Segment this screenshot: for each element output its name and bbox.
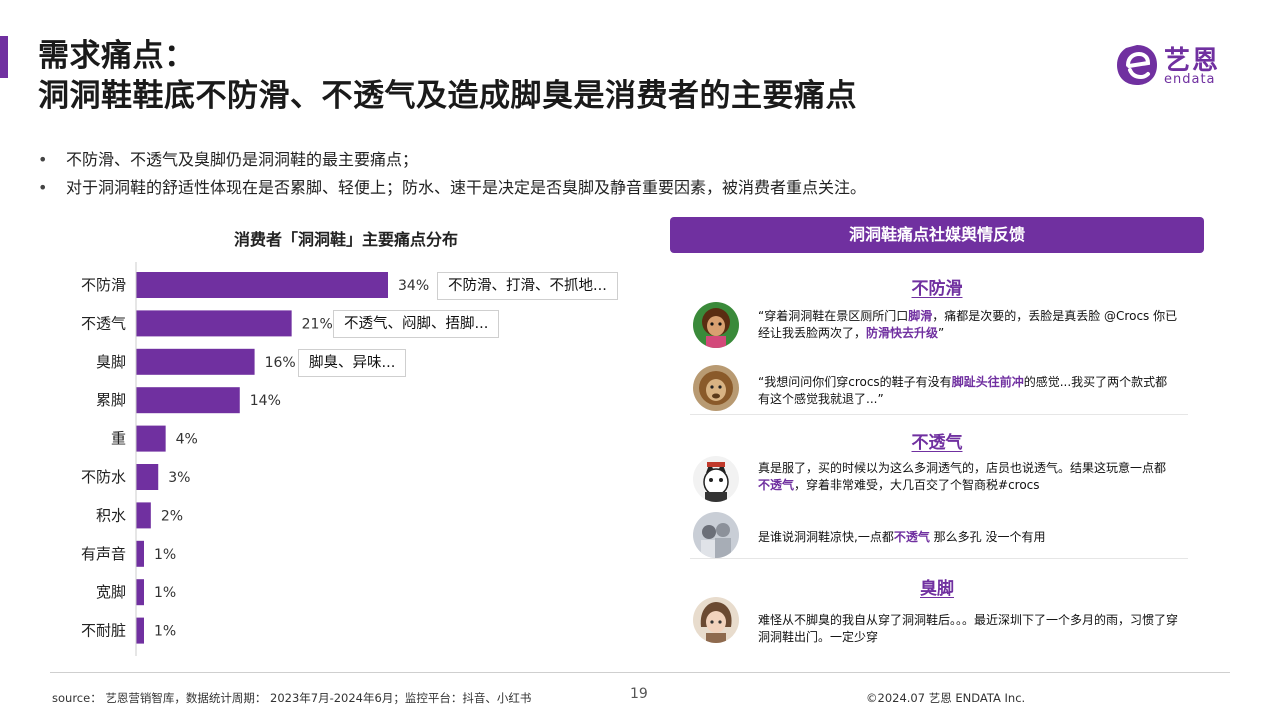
logo-text-en: endata — [1164, 72, 1216, 87]
category-label: 不透气 — [81, 314, 126, 332]
bar-4 — [136, 387, 240, 414]
avatar-photo-people-icon — [693, 512, 739, 558]
bullet-item: 对于洞洞鞋的舒适性体现在是否累脚、轻便上；防水、速干是决定是否臭脚及静音重要因素… — [36, 174, 866, 202]
value-label: 1% — [154, 624, 176, 640]
bar-9 — [136, 579, 144, 606]
bar-1 — [136, 272, 388, 298]
value-label: 14% — [250, 393, 281, 409]
feedback-section-title: 臭脚 — [920, 579, 954, 599]
value-label: 2% — [161, 508, 183, 524]
avatar-anime-girl-icon — [693, 597, 739, 643]
chart-annotation: 不防滑、打滑、不抓地... — [437, 272, 618, 300]
category-label: 重 — [111, 430, 126, 448]
value-label: 1% — [154, 585, 176, 601]
page-title-line2: 洞洞鞋鞋底不防滑、不透气及造成脚臭是消费者的主要痛点 — [38, 78, 857, 114]
copyright: ©2024.07 艺恩 ENDATA Inc. — [866, 691, 1026, 705]
source-note: source： 艺恩营销智库，数据统计周期： 2023年7月-2024年6月；监… — [52, 691, 532, 705]
page-title: 需求痛点： 洞洞鞋鞋底不防滑、不透气及造成脚臭是消费者的主要痛点 — [38, 36, 857, 116]
footer-divider — [50, 672, 1230, 673]
feedback-section-title: 不防滑 — [911, 279, 963, 299]
value-label: 34% — [398, 278, 429, 294]
endata-logo-icon — [1117, 45, 1157, 85]
avatar-cartoon-girl-icon — [693, 302, 739, 348]
feedback-quote: 是谁说洞洞鞋凉快,一点都不透气 那么多孔 没一个有用 — [758, 530, 1046, 544]
category-label: 宽脚 — [96, 583, 126, 601]
page-title-line1: 需求痛点： — [38, 38, 196, 74]
feedback-quote: 真是服了，买的时候以为这么多洞透气的，店员也说透气。结果这玩意一点都不透气，穿着… — [758, 461, 1167, 492]
feedback-section-title: 不透气 — [911, 433, 963, 453]
section-divider — [690, 414, 1188, 415]
category-label: 累脚 — [96, 391, 126, 409]
endata-logo: 艺恩 endata — [1114, 40, 1244, 92]
feedback-quote: “穿着洞洞鞋在景区厕所门口脚滑，痛都是次要的，丢脸是真丢脸 @Crocs 你已经… — [758, 309, 1178, 340]
feedback-quote: 难怪从不脚臭的我自从穿了洞洞鞋后。。。最近深圳下了一个多月的雨，习惯了穿洞洞鞋出… — [758, 613, 1179, 644]
value-label: 1% — [154, 547, 176, 563]
bar-6 — [136, 464, 159, 490]
value-label: 21% — [302, 316, 333, 332]
chart-title: 消费者「洞洞鞋」主要痛点分布 — [233, 230, 458, 249]
bullet-item: 不防滑、不透气及臭脚仍是洞洞鞋的最主要痛点； — [36, 146, 866, 174]
bar-10 — [136, 617, 144, 644]
value-label: 4% — [176, 432, 198, 448]
social-feedback-header: 洞洞鞋痛点社媒舆情反馈 — [670, 217, 1204, 253]
page-number: 19 — [630, 686, 648, 702]
value-label: 16% — [265, 355, 296, 371]
bar-3 — [136, 348, 255, 375]
title-accent-bar — [0, 36, 8, 78]
chart-annotation: 脚臭、异味... — [298, 348, 407, 377]
avatar-cat-icon — [693, 456, 739, 502]
summary-bullets: 不防滑、不透气及臭脚仍是洞洞鞋的最主要痛点； 对于洞洞鞋的舒适性体现在是否累脚、… — [36, 146, 866, 202]
category-label: 臭脚 — [96, 353, 126, 371]
category-label: 积水 — [96, 506, 126, 524]
category-label: 不防水 — [81, 468, 126, 486]
bar-7 — [136, 502, 151, 529]
category-label: 不防滑 — [81, 276, 126, 294]
category-label: 不耐脏 — [81, 622, 126, 640]
bar-2 — [136, 310, 292, 337]
feedback-quote: “我想问问你们穿crocs的鞋子有没有脚趾头往前冲的感觉...我买了两个款式都有… — [758, 375, 1168, 406]
avatar-lion-icon — [693, 365, 739, 411]
bar-5 — [136, 425, 166, 452]
section-divider — [690, 558, 1188, 559]
chart-annotation: 不透气、闷脚、捂脚... — [333, 310, 500, 339]
category-label: 有声音 — [81, 545, 126, 563]
value-label: 3% — [168, 470, 190, 486]
bar-8 — [136, 540, 144, 567]
